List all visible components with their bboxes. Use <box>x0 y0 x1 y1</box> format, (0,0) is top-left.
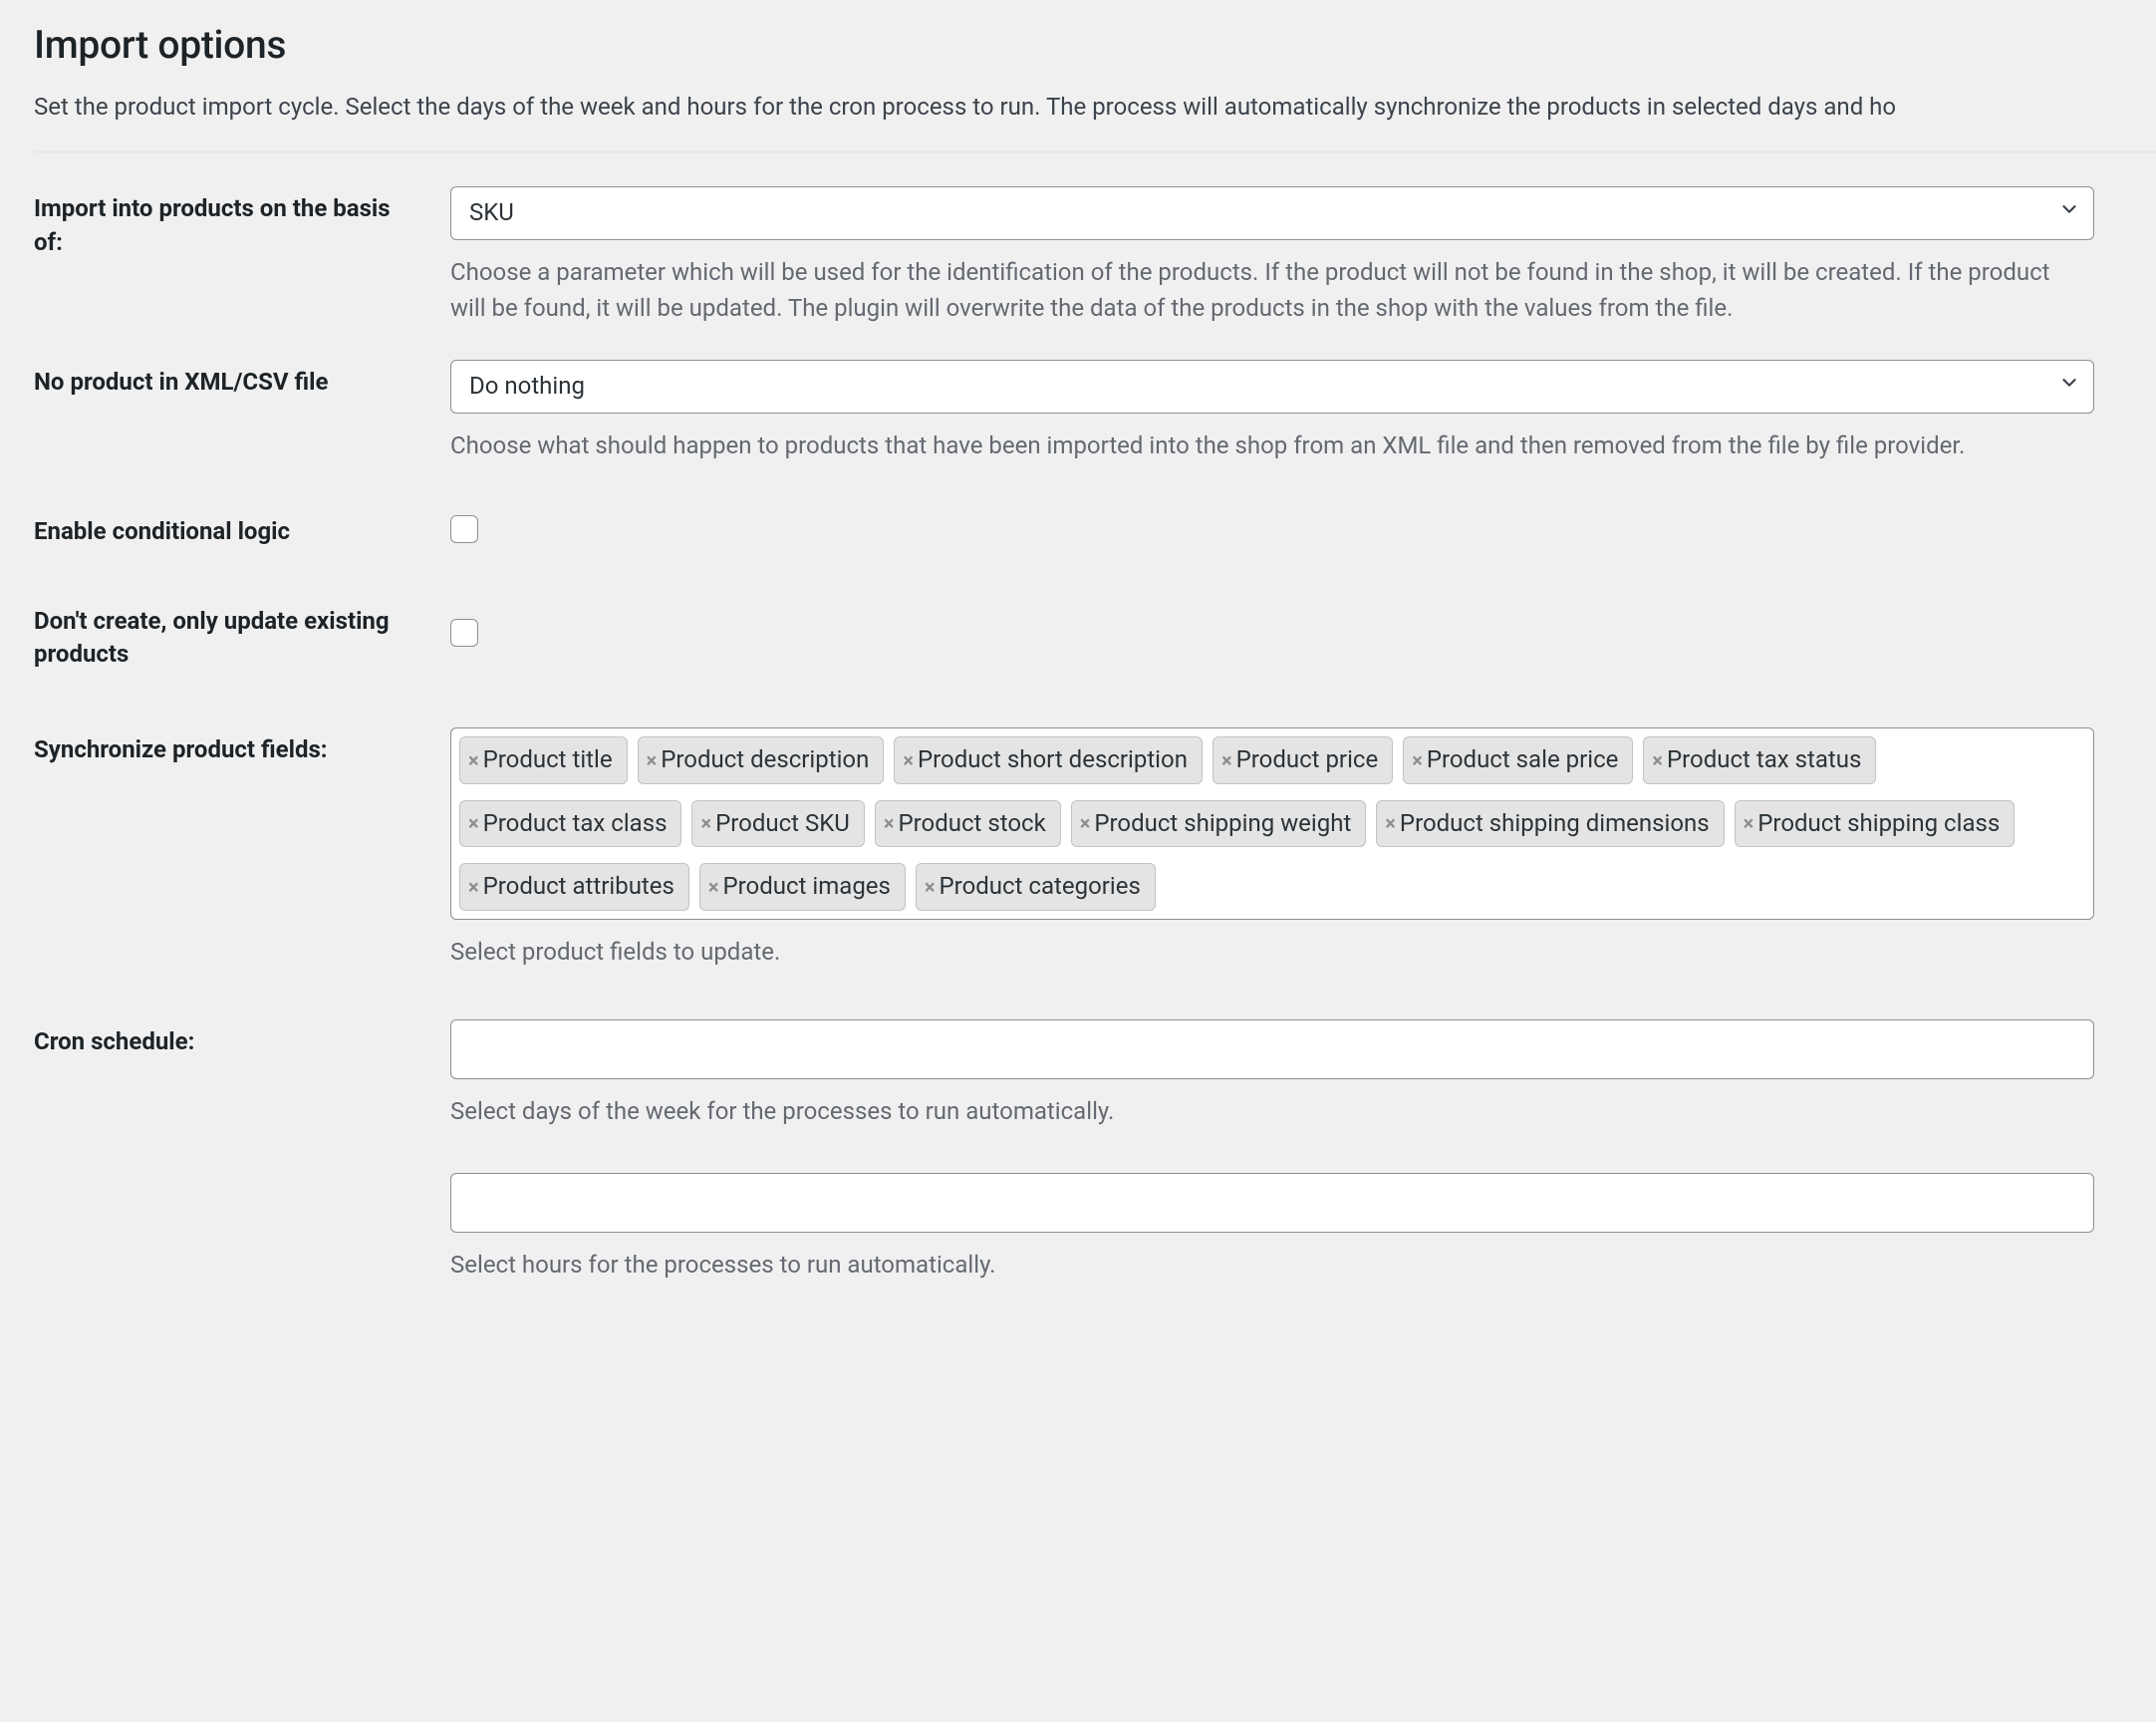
tag-item[interactable]: ×Product description <box>638 736 885 784</box>
tag-item[interactable]: ×Product attributes <box>459 863 689 911</box>
section-intro: Set the product import cycle. Select the… <box>34 91 2156 153</box>
tag-label: Product shipping weight <box>1094 807 1351 841</box>
select-import-basis[interactable]: SKU <box>450 186 2094 240</box>
label-sync-fields: Synchronize product fields: <box>34 727 450 767</box>
select-no-product-value: Do nothing <box>469 370 585 404</box>
row-sync-fields: Synchronize product fields: ×Product tit… <box>34 672 2156 970</box>
label-cron-hours-empty <box>34 1173 450 1179</box>
close-icon[interactable]: × <box>1385 813 1396 833</box>
tag-item[interactable]: ×Product shipping dimensions <box>1376 800 1724 848</box>
close-icon[interactable]: × <box>884 813 895 833</box>
helper-sync-fields: Select product fields to update. <box>450 934 2084 970</box>
multiselect-sync-fields[interactable]: ×Product title×Product description×Produ… <box>450 727 2094 920</box>
tag-label: Product SKU <box>715 807 850 841</box>
tag-item[interactable]: ×Product short description <box>894 736 1203 784</box>
label-conditional-logic: Enable conditional logic <box>34 515 450 549</box>
tag-item[interactable]: ×Product shipping class <box>1735 800 2016 848</box>
tag-label: Product shipping dimensions <box>1400 807 1710 841</box>
close-icon[interactable]: × <box>1652 750 1663 770</box>
row-only-update: Don't create, only update existing produ… <box>34 549 2156 672</box>
label-no-product: No product in XML/CSV file <box>34 360 450 400</box>
tag-label: Product tax status <box>1667 743 1861 777</box>
close-icon[interactable]: × <box>1412 750 1423 770</box>
tag-item[interactable]: ×Product tax status <box>1643 736 1876 784</box>
close-icon[interactable]: × <box>647 750 658 770</box>
close-icon[interactable]: × <box>708 877 719 897</box>
tag-label: Product attributes <box>483 870 674 904</box>
multiselect-cron-hours[interactable] <box>450 1173 2094 1233</box>
close-icon[interactable]: × <box>1080 813 1091 833</box>
row-import-basis: Import into products on the basis of: SK… <box>34 152 2156 326</box>
tag-label: Product images <box>723 870 891 904</box>
label-cron-schedule: Cron schedule: <box>34 1019 450 1059</box>
select-no-product[interactable]: Do nothing <box>450 360 2094 414</box>
label-only-update: Don't create, only update existing produ… <box>34 605 450 672</box>
tag-label: Product description <box>661 743 869 777</box>
helper-no-product: Choose what should happen to products th… <box>450 428 2084 463</box>
label-import-basis: Import into products on the basis of: <box>34 186 450 259</box>
tag-item[interactable]: ×Product SKU <box>691 800 864 848</box>
tag-item[interactable]: ×Product shipping weight <box>1071 800 1367 848</box>
row-conditional-logic: Enable conditional logic <box>34 463 2156 549</box>
page-title: Import options <box>34 18 2156 73</box>
row-cron-hours: Select hours for the processes to run au… <box>34 1129 2156 1283</box>
close-icon[interactable]: × <box>468 877 479 897</box>
tag-label: Product tax class <box>483 807 668 841</box>
tag-label: Product short description <box>918 743 1188 777</box>
tag-item[interactable]: ×Product stock <box>875 800 1061 848</box>
close-icon[interactable]: × <box>1221 750 1232 770</box>
tag-item[interactable]: ×Product sale price <box>1403 736 1633 784</box>
close-icon[interactable]: × <box>1744 813 1754 833</box>
tag-label: Product price <box>1236 743 1379 777</box>
select-import-basis-value: SKU <box>469 196 514 230</box>
close-icon[interactable]: × <box>925 877 936 897</box>
tag-item[interactable]: ×Product price <box>1213 736 1393 784</box>
close-icon[interactable]: × <box>468 813 479 833</box>
helper-cron-days: Select days of the week for the processe… <box>450 1093 2084 1129</box>
helper-cron-hours: Select hours for the processes to run au… <box>450 1247 2084 1283</box>
close-icon[interactable]: × <box>468 750 479 770</box>
multiselect-cron-days[interactable] <box>450 1019 2094 1079</box>
tag-label: Product title <box>483 743 613 777</box>
tag-label: Product stock <box>898 807 1045 841</box>
tag-label: Product sale price <box>1427 743 1619 777</box>
row-no-product: No product in XML/CSV file Do nothing Ch… <box>34 326 2156 463</box>
tag-item[interactable]: ×Product tax class <box>459 800 681 848</box>
helper-import-basis: Choose a parameter which will be used fo… <box>450 254 2084 326</box>
tag-item[interactable]: ×Product images <box>699 863 906 911</box>
tag-item[interactable]: ×Product title <box>459 736 628 784</box>
checkbox-only-update[interactable] <box>450 619 478 647</box>
checkbox-conditional-logic[interactable] <box>450 515 478 543</box>
close-icon[interactable]: × <box>903 750 914 770</box>
close-icon[interactable]: × <box>700 813 711 833</box>
row-cron-days: Cron schedule: Select days of the week f… <box>34 970 2156 1129</box>
tag-label: Product categories <box>940 870 1141 904</box>
tag-item[interactable]: ×Product categories <box>916 863 1156 911</box>
tag-label: Product shipping class <box>1757 807 2000 841</box>
